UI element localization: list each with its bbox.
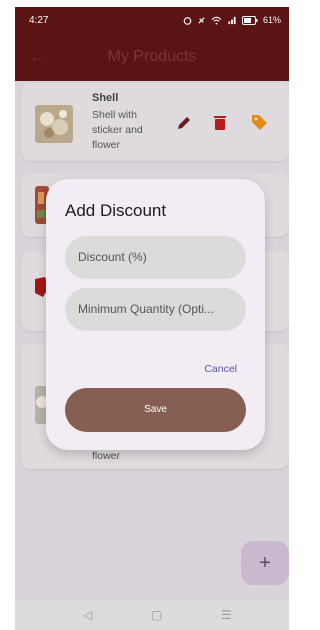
nav-recents-button[interactable]: ☰ [221, 608, 232, 622]
product-thumbnail [35, 105, 73, 143]
add-discount-dialog: Add Discount Discount (%) Minimum Quanti… [46, 179, 265, 450]
edit-icon[interactable] [173, 112, 195, 134]
mute-icon [198, 16, 205, 24]
status-icons: 61% [183, 15, 281, 25]
save-button[interactable]: Save [65, 388, 246, 432]
dialog-title: Add Discount [65, 201, 167, 220]
product-name: Shell [92, 92, 119, 104]
signal-icon [228, 16, 236, 24]
add-product-button[interactable]: + [241, 541, 289, 585]
system-nav-bar: ◁ ▢ ☰ [15, 600, 289, 630]
discount-percent-input[interactable]: Discount (%) [65, 236, 246, 279]
wifi-icon [211, 16, 222, 25]
discount-tag-icon[interactable] [248, 111, 270, 133]
product-description: Shell with sticker and flower [92, 109, 143, 151]
delete-icon[interactable] [209, 112, 231, 134]
nav-back-button[interactable]: ◁ [83, 608, 92, 622]
cancel-button[interactable]: Cancel [204, 363, 237, 375]
product-description: flower [92, 450, 121, 462]
minimum-quantity-input[interactable]: Minimum Quantity (Opti... [65, 288, 246, 331]
status-time: 4:27 [29, 15, 49, 26]
nav-home-button[interactable]: ▢ [151, 608, 162, 622]
battery-percent: 61% [262, 15, 281, 25]
status-bar: 4:27 61% [15, 7, 289, 33]
alarm-icon [183, 16, 192, 25]
battery-icon [241, 15, 258, 25]
product-card[interactable]: Shell Shell with sticker and flower [21, 83, 289, 161]
app-bar: ← My Products [15, 33, 289, 81]
page-title: My Products [107, 48, 197, 65]
